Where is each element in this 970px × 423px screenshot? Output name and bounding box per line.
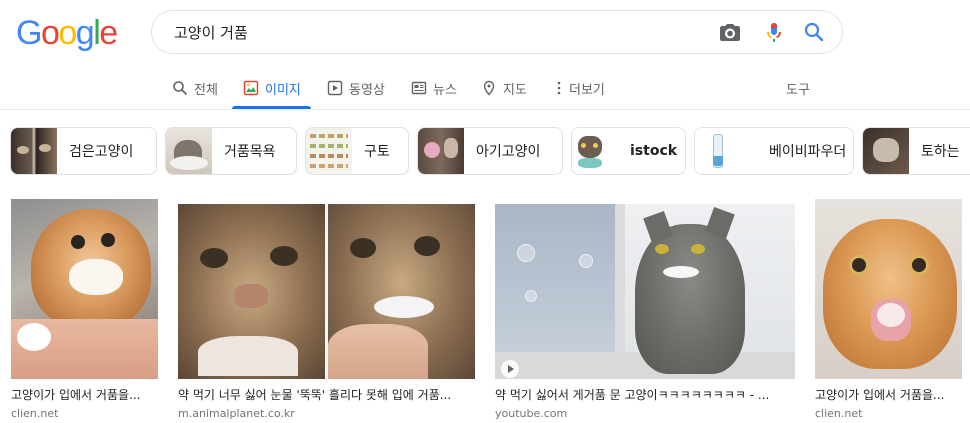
logo-letter: o xyxy=(40,14,60,52)
chip-label: 아기고양이 xyxy=(476,144,541,160)
result-domain: youtube.com xyxy=(495,407,568,420)
chip-label: 검은고양이 xyxy=(69,144,134,160)
tab-label: 더보기 xyxy=(569,82,605,98)
news-icon xyxy=(411,81,427,95)
chip-item[interactable]: 거품목욕 xyxy=(165,127,297,175)
tab-label: 이미지 xyxy=(265,82,301,98)
search-icon xyxy=(173,81,188,96)
search-box xyxy=(151,10,843,54)
chip-thumbnail xyxy=(863,128,909,174)
image-icon xyxy=(243,80,259,96)
chip-label: 구토 xyxy=(364,144,390,160)
chip-label: 토하는 xyxy=(921,144,960,160)
result-title[interactable]: 약 먹기 싫어서 게거품 문 고양이ㅋㅋㅋㅋㅋㅋㅋㅋ - ... xyxy=(495,387,795,403)
microphone-icon[interactable] xyxy=(762,20,786,44)
tab-label: 지도 xyxy=(503,82,527,98)
tools-button[interactable]: 도구 xyxy=(786,66,810,110)
play-button[interactable] xyxy=(501,360,519,378)
play-icon xyxy=(327,80,343,96)
tab-label: 동영상 xyxy=(349,82,385,98)
related-searches: 검은고양이 거품목욕 구토 아기고양이 istock 베이비파우더 토하는 xyxy=(0,127,970,175)
result-thumbnail[interactable] xyxy=(815,199,962,379)
tab-videos[interactable]: 동영상 xyxy=(327,66,385,110)
tab-label: 전체 xyxy=(194,82,218,98)
logo-letter: G xyxy=(16,14,42,52)
image-result[interactable]: 약 먹기 싫어서 게거품 문 고양이ㅋㅋㅋㅋㅋㅋㅋㅋ - ... youtube… xyxy=(495,199,795,422)
image-result[interactable]: 고양이가 입에서 거품을... clien.net xyxy=(11,199,158,422)
chip-label: 거품목욕 xyxy=(224,144,276,160)
search-input[interactable] xyxy=(174,11,694,53)
result-thumbnail[interactable] xyxy=(11,199,158,379)
result-domain: clien.net xyxy=(815,407,863,420)
chip-thumbnail xyxy=(572,128,618,174)
search-tabs: 전체 이미지 동영상 뉴스 지도 더보기 도구 xyxy=(0,66,970,110)
result-thumbnail[interactable] xyxy=(178,204,475,379)
camera-icon[interactable] xyxy=(718,20,742,44)
chip-thumbnail xyxy=(418,128,464,174)
tab-maps[interactable]: 지도 xyxy=(481,66,527,110)
tab-news[interactable]: 뉴스 xyxy=(411,66,457,110)
result-title[interactable]: 고양이가 입에서 거품을... xyxy=(11,387,158,403)
search-icon[interactable] xyxy=(802,20,826,44)
chip-item[interactable]: 아기고양이 xyxy=(417,127,563,175)
tab-label: 뉴스 xyxy=(433,82,457,98)
result-title[interactable]: 고양이가 입에서 거품을... xyxy=(815,387,962,403)
logo-letter: o xyxy=(58,14,77,52)
tab-more[interactable]: 더보기 xyxy=(551,66,605,110)
logo-letter: e xyxy=(99,14,118,52)
location-pin-icon xyxy=(483,80,495,96)
image-result[interactable]: 약 먹기 너무 싫어 눈물 '뚝뚝' 흘리다 못해 입에 거품... m.ani… xyxy=(178,199,475,422)
logo-letter: g xyxy=(75,14,95,52)
chip-thumbnail xyxy=(306,128,352,174)
result-domain: m.animalplanet.co.kr xyxy=(178,407,295,420)
tab-images[interactable]: 이미지 xyxy=(243,66,301,110)
chip-thumbnail xyxy=(695,128,741,174)
image-result[interactable]: 고양이가 입에서 거품을... clien.net xyxy=(815,199,962,422)
chip-item[interactable]: istock xyxy=(571,127,686,175)
chip-label: istock xyxy=(630,143,678,159)
result-domain: clien.net xyxy=(11,407,59,420)
result-title[interactable]: 약 먹기 너무 싫어 눈물 '뚝뚝' 흘리다 못해 입에 거품... xyxy=(178,387,475,403)
play-icon xyxy=(508,365,514,373)
tab-all[interactable]: 전체 xyxy=(172,66,218,110)
chip-label: 베이비파우더 xyxy=(769,144,847,160)
result-thumbnail[interactable] xyxy=(495,204,795,379)
chip-item[interactable]: 토하는 xyxy=(862,127,970,175)
chip-item[interactable]: 검은고양이 xyxy=(10,127,157,175)
more-vertical-icon xyxy=(557,81,561,95)
active-tab-indicator xyxy=(232,106,311,109)
chip-thumbnail xyxy=(166,128,212,174)
chip-item[interactable]: 구토 xyxy=(305,127,409,175)
chip-thumbnail xyxy=(11,128,57,174)
chip-item[interactable]: 베이비파우더 xyxy=(694,127,854,175)
google-logo[interactable]: Google xyxy=(16,14,118,53)
